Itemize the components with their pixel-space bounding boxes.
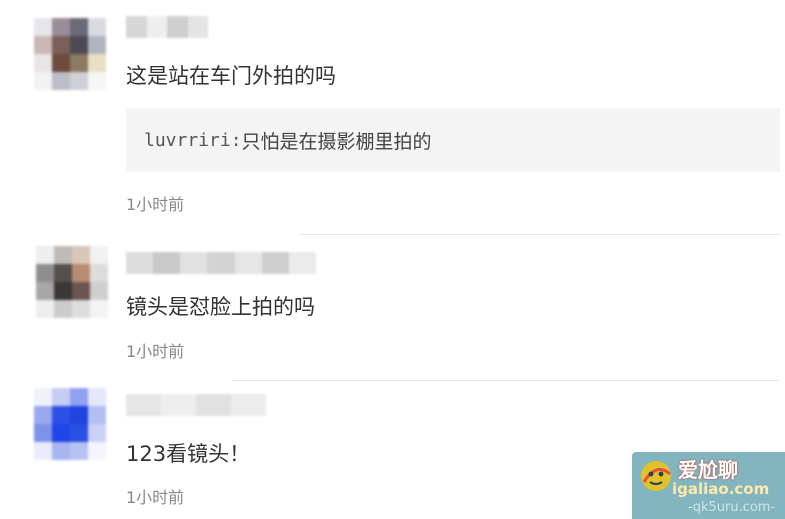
username-blurred[interactable] [126,394,266,416]
avatar-pixel [70,442,88,460]
reply-separator: : [230,129,242,151]
comment-text: 这是站在车门外拍的吗 [126,64,336,88]
avatar-pixel [36,246,54,264]
avatar-pixel [52,406,70,424]
avatar-pixel [72,264,90,282]
avatar-pixel [52,424,70,442]
site-watermark: 爱尬聊 igaliao.com -qk5uru.com- [632,452,785,519]
avatar-pixel [34,36,52,54]
quoted-reply: luvrriri: 只怕是在摄影棚里拍的 [126,108,780,172]
avatar-pixel [88,424,106,442]
avatar-pixel [52,36,70,54]
avatar-pixel [52,54,70,72]
avatar-pixel [88,388,106,406]
divider [232,380,780,381]
avatar-pixel [72,282,90,300]
avatar-pixel [36,300,54,318]
avatar-pixel [70,388,88,406]
avatar-pixel [34,424,52,442]
username-pixel [126,394,161,416]
avatar[interactable] [34,388,106,460]
username-pixel [234,252,262,274]
avatar-pixel [34,54,52,72]
username-pixel [180,252,208,274]
avatar-pixel [70,72,88,90]
username-pixel [167,16,188,38]
avatar-pixel [88,72,106,90]
username-pixel [196,394,231,416]
avatar-pixel [70,406,88,424]
avatar-pixel [54,282,72,300]
avatar-pixel [70,424,88,442]
timestamp: 1小时前 [126,488,185,507]
avatar-pixel [52,72,70,90]
avatar-pixel [90,282,108,300]
avatar-pixel [52,442,70,460]
avatar-pixel [88,18,106,36]
avatar-pixel [52,388,70,406]
timestamp: 1小时前 [126,342,185,361]
avatar-pixel [70,18,88,36]
reply-text: 只怕是在摄影棚里拍的 [241,130,432,153]
username-pixel [261,252,289,274]
avatar-pixel [36,264,54,282]
avatar-pixel [54,246,72,264]
watermark-title: 爱尬聊 [678,458,738,482]
avatar[interactable] [34,18,106,90]
watermark-url-secondary: -qk5uru.com- [688,500,776,515]
avatar-pixel [90,264,108,282]
reply-username[interactable]: luvrriri [144,130,231,151]
username-pixel [126,252,154,274]
username-pixel [187,16,208,38]
timestamp: 1小时前 [126,195,185,214]
mascot-logo-icon [641,461,671,491]
username-blurred[interactable] [126,252,316,274]
avatar-pixel [90,300,108,318]
comment-text: 镜头是怼脸上拍的吗 [126,295,315,319]
avatar-pixel [34,406,52,424]
avatar-pixel [88,36,106,54]
avatar-pixel [34,18,52,36]
avatar[interactable] [36,246,108,318]
username-pixel [231,394,266,416]
avatar-pixel [88,442,106,460]
avatar-pixel [90,246,108,264]
username-pixel [153,252,181,274]
avatar-pixel [36,282,54,300]
username-blurred[interactable] [126,16,208,38]
avatar-pixel [34,388,52,406]
avatar-pixel [52,18,70,36]
avatar-pixel [70,36,88,54]
divider [300,234,780,235]
avatar-pixel [70,54,88,72]
watermark-url: igaliao.com [672,480,770,498]
username-pixel [146,16,167,38]
username-pixel [288,252,316,274]
avatar-pixel [88,54,106,72]
avatar-pixel [34,442,52,460]
username-pixel [161,394,196,416]
username-pixel [207,252,235,274]
username-pixel [126,16,147,38]
avatar-pixel [54,300,72,318]
avatar-pixel [34,72,52,90]
avatar-pixel [72,246,90,264]
comment-text: 123看镜头！ [126,442,251,466]
avatar-pixel [88,406,106,424]
avatar-pixel [72,300,90,318]
avatar-pixel [54,264,72,282]
